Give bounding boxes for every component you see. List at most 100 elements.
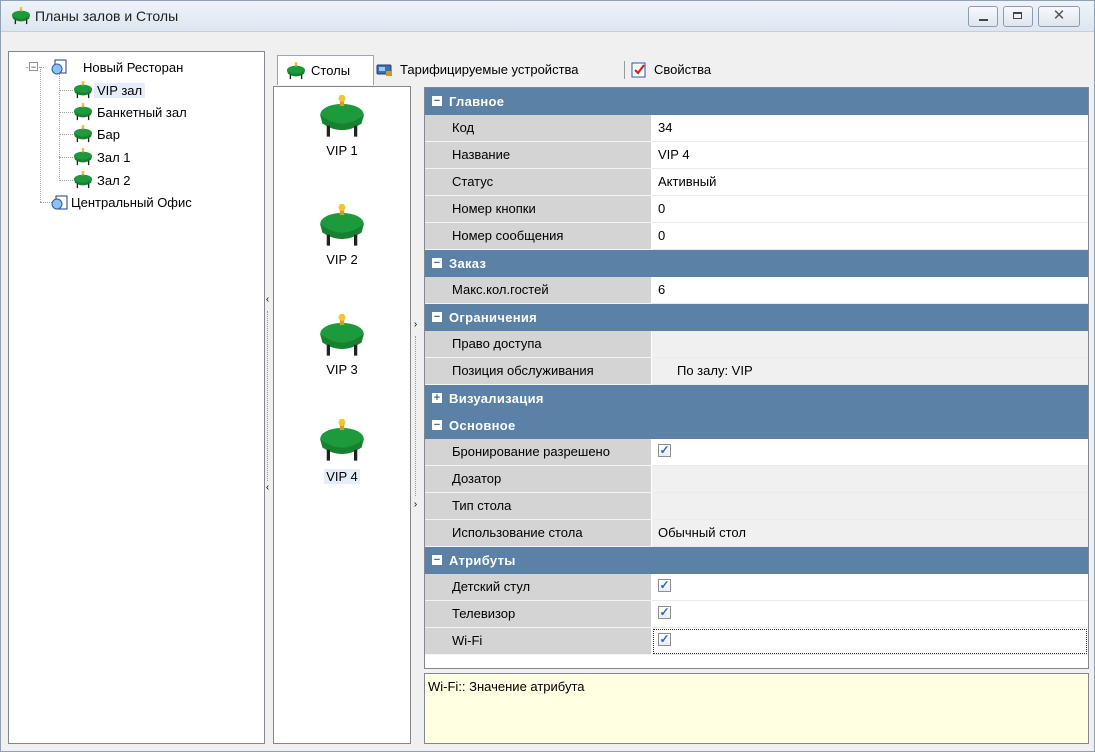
table-label: VIP 4 xyxy=(274,469,410,484)
property-name-text: Дозатор xyxy=(452,471,502,486)
property-row[interactable]: Номер сообщения 0 xyxy=(425,223,1088,250)
tree-line xyxy=(59,112,73,113)
property-description: Wi-Fi:: Значение атрибута xyxy=(424,673,1089,744)
tree-item-hall-2[interactable]: Зал 2 xyxy=(72,170,134,190)
property-value[interactable]: ✓ xyxy=(652,574,1088,601)
category-label: Атрибуты xyxy=(449,553,516,568)
collapse-icon[interactable]: − xyxy=(432,420,442,431)
property-value-text: 0 xyxy=(658,228,666,243)
tree-splitter[interactable]: ‹ ‹ xyxy=(263,291,272,501)
property-name-text: Телевизор xyxy=(452,606,516,621)
category-attributes[interactable]: − Атрибуты xyxy=(425,547,1088,574)
property-value[interactable]: ✓ xyxy=(652,439,1088,466)
booking-allowed-checkbox[interactable]: ✓ xyxy=(658,444,671,457)
property-name: Макс.кол.гостей xyxy=(425,277,651,304)
property-value[interactable]: VIP 4 xyxy=(652,142,1088,169)
tab-billable-devices[interactable]: Тарифицируемые устройства xyxy=(374,56,579,83)
property-row[interactable]: Название VIP 4 xyxy=(425,142,1088,169)
property-value-text: 34 xyxy=(658,120,673,135)
property-row[interactable]: Детский стул ✓ xyxy=(425,574,1088,601)
property-grid[interactable]: − Главное Код 34 Название VIP 4 Статус А… xyxy=(424,87,1089,669)
collapse-icon[interactable]: − xyxy=(432,258,442,269)
expand-right-icon[interactable]: › xyxy=(411,316,420,334)
tables-list[interactable]: VIP 1 VIP 2 VIP 3 VIP 4 xyxy=(273,86,411,744)
table-icon xyxy=(318,95,366,139)
property-name: Использование стола xyxy=(425,520,651,547)
window-title: Планы залов и Столы xyxy=(35,8,179,24)
property-value[interactable] xyxy=(652,493,1088,520)
restaurant-icon xyxy=(51,59,67,75)
tree-item-label: Бар xyxy=(97,126,120,142)
property-value[interactable] xyxy=(652,466,1088,493)
collapse-icon[interactable]: − xyxy=(432,96,442,107)
tree-item-label: Центральный Офис xyxy=(71,194,192,210)
property-row[interactable]: Дозатор xyxy=(425,466,1088,493)
close-button[interactable]: ✕ xyxy=(1038,6,1080,27)
tree-item-vip-hall[interactable]: VIP зал xyxy=(72,80,146,100)
property-row-selected[interactable]: Wi-Fi ✓ xyxy=(425,628,1088,655)
property-value[interactable]: 0 xyxy=(652,223,1088,250)
properties-icon xyxy=(631,62,646,77)
tab-tables[interactable]: Столы xyxy=(277,55,374,85)
property-value[interactable]: 34 xyxy=(652,115,1088,142)
tables-splitter[interactable]: › › xyxy=(411,316,420,516)
category-limits[interactable]: − Ограничения xyxy=(425,304,1088,331)
table-item-vip-1[interactable]: VIP 1 xyxy=(274,93,410,163)
property-row[interactable]: Макс.кол.гостей 6 xyxy=(425,277,1088,304)
expand-icon[interactable]: + xyxy=(432,393,442,404)
expand-right-icon[interactable]: › xyxy=(411,496,420,514)
table-item-vip-3[interactable]: VIP 3 xyxy=(274,312,410,382)
property-value[interactable]: 6 xyxy=(652,277,1088,304)
child-chair-checkbox[interactable]: ✓ xyxy=(658,579,671,592)
property-row[interactable]: Тип стола xyxy=(425,493,1088,520)
property-row[interactable]: Бронирование разрешено ✓ xyxy=(425,439,1088,466)
tree-item-central-office[interactable]: Центральный Офис xyxy=(50,192,195,212)
tab-label: Тарифицируемые устройства xyxy=(400,62,579,77)
property-row[interactable]: Статус Активный xyxy=(425,169,1088,196)
category-main[interactable]: − Главное xyxy=(425,88,1088,115)
property-value[interactable]: Активный xyxy=(652,169,1088,196)
tree-item-hall-1[interactable]: Зал 1 xyxy=(72,147,134,167)
table-item-vip-4[interactable]: VIP 4 xyxy=(274,417,410,492)
hall-tree[interactable]: − Новый Ресторан VIP зал Банкетный зал Б… xyxy=(8,51,265,744)
tree-item-banquet-hall[interactable]: Банкетный зал xyxy=(72,102,190,122)
tab-properties[interactable]: Свойства xyxy=(630,56,711,83)
property-name-text: Статус xyxy=(452,174,494,189)
collapse-icon[interactable]: − xyxy=(432,555,442,566)
property-row[interactable]: Код 34 xyxy=(425,115,1088,142)
table-item-vip-2[interactable]: VIP 2 xyxy=(274,202,410,272)
tree-line xyxy=(40,67,41,202)
maximize-icon xyxy=(1013,12,1022,19)
collapse-icon[interactable]: − xyxy=(432,312,442,323)
tree-item-bar[interactable]: Бар xyxy=(72,124,123,144)
property-name: Название xyxy=(425,142,651,169)
minimize-button[interactable] xyxy=(968,6,998,27)
hall-plan-icon xyxy=(11,7,31,25)
collapse-toggle[interactable]: − xyxy=(29,62,38,72)
category-order[interactable]: − Заказ xyxy=(425,250,1088,277)
property-name-text: Wi-Fi xyxy=(452,633,483,648)
category-visual[interactable]: + Визуализация xyxy=(425,385,1088,412)
property-value-text: 6 xyxy=(658,282,666,297)
tv-checkbox[interactable]: ✓ xyxy=(658,606,671,619)
property-row[interactable]: Позиция обслуживания По залу: VIP xyxy=(425,358,1088,385)
maximize-button[interactable] xyxy=(1003,6,1033,27)
property-row[interactable]: Использование стола Обычный стол xyxy=(425,520,1088,547)
category-label: Ограничения xyxy=(449,310,538,325)
property-value[interactable] xyxy=(652,331,1088,358)
title-bar: Планы залов и Столы ✕ xyxy=(1,1,1094,32)
category-basic[interactable]: − Основное xyxy=(425,412,1088,439)
property-value[interactable]: ✓ xyxy=(652,601,1088,628)
property-row[interactable]: Номер кнопки 0 xyxy=(425,196,1088,223)
property-row[interactable]: Право доступа xyxy=(425,331,1088,358)
hall-icon xyxy=(72,125,94,143)
collapse-left-icon[interactable]: ‹ xyxy=(263,479,272,497)
property-value[interactable]: По залу: VIP xyxy=(652,358,1088,385)
property-value[interactable]: 0 xyxy=(652,196,1088,223)
tab-separator xyxy=(624,61,625,79)
office-icon xyxy=(51,195,68,210)
property-row[interactable]: Телевизор ✓ xyxy=(425,601,1088,628)
collapse-left-icon[interactable]: ‹ xyxy=(263,291,272,309)
tree-item-restaurant[interactable]: Новый Ресторан xyxy=(50,57,186,77)
property-value[interactable]: Обычный стол xyxy=(652,520,1088,547)
